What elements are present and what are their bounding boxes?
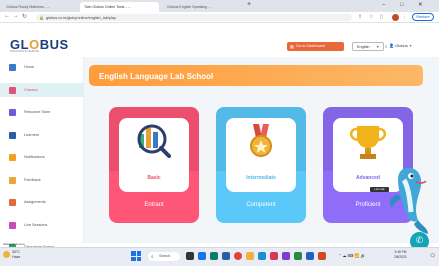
clock-date: 2/8/2023 [394,254,407,259]
page-title: English Language Lab School [99,72,214,81]
tab-title: Twin Globus Online Tools - ... [84,5,131,9]
language-value: English [357,45,370,49]
back-icon[interactable]: ← [4,13,10,19]
tab-title: Globus Rocky Mathews - ... [6,5,50,9]
camera-icon[interactable] [198,252,206,260]
store-icon[interactable] [222,252,230,260]
edge-icon[interactable] [210,252,218,260]
chat-icon: ✆ [415,235,424,245]
live-icon [9,221,16,229]
level-card-basic[interactable]: Basic Entrant [109,107,199,223]
sidebar-item-feedback[interactable]: Feedback [0,173,84,187]
bell-icon [9,154,16,161]
search-label: Search [159,254,171,259]
sidebar-item-label: Resource Store [24,110,51,114]
user-menu[interactable]: 👤 Globus ▼ [389,43,412,48]
word-icon[interactable] [306,252,314,260]
reload-icon[interactable]: ↻ [22,13,27,20]
sidebar-item-label: Classes [24,87,38,92]
sidebar-item-assignments[interactable]: Assignments [0,195,84,209]
card-stage: Entrant [144,202,164,208]
dashboard-label: Go to Dashboard [296,44,325,49]
tab-title: Globus English Speaking ... [167,5,212,9]
excel-icon[interactable] [294,252,302,260]
level-card-intermediate[interactable]: Intermediate Competent [216,107,306,223]
logo-text: GLOBUS [10,37,69,52]
sidebar-item-label: Notifications [24,155,45,159]
teams-icon[interactable] [282,252,290,260]
browser-tab-active[interactable]: Twin Globus Online Tools - ... [80,2,159,12]
share-icon[interactable]: ⇪ [358,14,362,20]
mail-icon[interactable] [258,252,266,260]
card-title: Basic [147,175,161,181]
user-name: Globus [395,43,408,48]
sidebar-item-resource-store[interactable]: Resource Store [0,105,84,119]
powerpoint-icon[interactable] [318,252,326,260]
chevron-down-icon: ▼ [408,44,413,48]
notification-icon[interactable]: 🗨 [430,253,436,259]
sidebar-item-home[interactable]: Home [0,60,84,74]
card-title: Intermediate [246,175,276,181]
chrome-icon[interactable] [234,252,242,260]
browser-tab[interactable]: Globus English Speaking ... [163,2,242,12]
windows-start-icon[interactable] [131,251,141,261]
sidebar-item-classes[interactable]: Classes [0,82,84,97]
url-field[interactable]: 🔒 globus.co.in/globy/online/english_lab/… [36,14,352,21]
browser-tab[interactable]: Globus Rocky Mathews - ... [2,2,76,12]
profile-avatar[interactable] [392,14,399,21]
card-inner: Basic [119,118,189,192]
lock-icon: 🔒 [39,15,44,20]
mascot-speech-badge: Let's talk [370,187,389,192]
learner-icon [9,131,16,139]
dashboard-icon: ▦ [290,44,294,49]
globus-logo[interactable]: GLOBUS [10,37,69,52]
dashboard-button[interactable]: ▦ Go to Dashboard [287,42,344,51]
tray-icons[interactable]: ⌃ ☁ ⌨ 📶 🔊 [338,253,366,258]
medal-icon [250,124,272,157]
book-icon [9,109,16,116]
sun-icon [3,251,10,258]
sidebar-item-label: Live Sessions [24,222,48,227]
magnifier-chart-icon [137,124,171,158]
clock-time: 3:46 PM [394,250,407,254]
sidebar-item-live-sessions[interactable]: Live Sessions [0,218,84,232]
sidebar-item-label: Home [24,65,35,69]
home-icon [9,64,16,71]
bookmark-star-icon[interactable]: ☆ [369,14,373,20]
puzzle-icon [9,86,16,94]
mascot-illustration [390,167,428,234]
sidebar-item-label: Assignments [24,200,46,204]
feedback-icon [9,176,16,184]
app-icon[interactable] [270,252,278,260]
taskbar-search[interactable]: ⌕ Search [148,252,180,261]
taskbar [0,247,439,266]
logo-subtitle: INNOVATION IN LEARNING [10,51,40,53]
sidepanel-icon[interactable]: ▯ [380,14,383,20]
sidebar-item-notifications[interactable]: Notifications [0,150,84,164]
maximize-button[interactable]: □ [400,2,403,8]
weather-desc: Haze [12,255,21,259]
new-tab-button[interactable]: + [247,1,251,8]
card-stage: Competent [246,202,276,208]
sidebar-item-label: Feedback [24,177,41,182]
sidebar-item-learners[interactable]: Learners [0,128,84,142]
files-icon[interactable] [246,252,254,260]
assignment-icon [9,199,16,206]
menu-icon[interactable]: ≡ [385,44,387,49]
forward-icon[interactable]: → [13,13,19,19]
clock[interactable]: 3:46 PM 2/8/2023 [394,250,406,259]
restore-button[interactable]: Restore [412,13,434,21]
search-icon: ⌕ [151,253,154,259]
user-icon: 👤 [389,43,394,48]
close-window-button[interactable]: ✕ [418,2,423,8]
taskview-icon[interactable] [186,252,194,260]
menu-dots-icon[interactable]: ⋮ [402,14,407,20]
chevron-down-icon: ▼ [376,45,380,49]
minimize-button[interactable]: − [382,2,385,8]
sidebar-item-label: Learners [24,132,39,137]
url-text: globus.co.in/globy/online/english_lab/pl… [46,15,116,20]
card-inner: Intermediate [226,118,296,192]
weather-temp: 30°C [12,250,21,254]
language-select[interactable]: English ▼ [352,42,384,51]
